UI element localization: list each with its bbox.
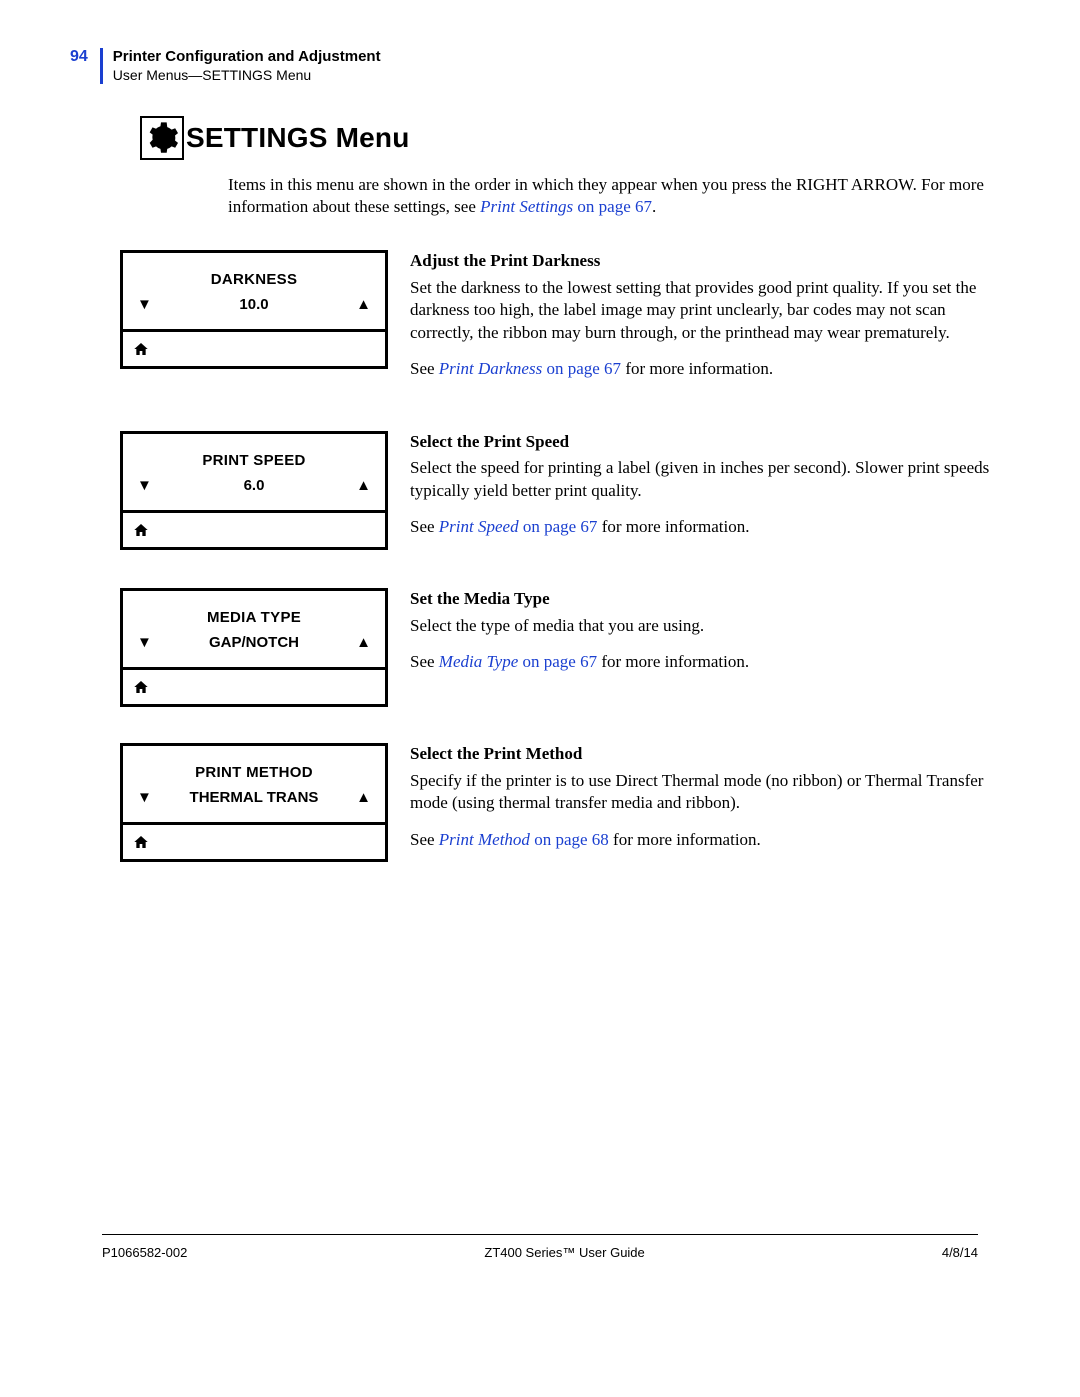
see-post: for more information. — [621, 359, 773, 378]
lcd-label: PRINT SPEED — [123, 434, 385, 473]
desc-title: Select the Print Speed — [410, 431, 990, 453]
down-arrow-icon: ▼ — [137, 789, 152, 806]
setting-row: MEDIA TYPE ▼ GAP/NOTCH ▲ Set the Media T… — [70, 588, 990, 707]
setting-description: Select the Print Speed Select the speed … — [410, 431, 990, 553]
see-pre: See — [410, 652, 439, 671]
section-intro: Items in this menu are shown in the orde… — [228, 174, 990, 218]
header-divider — [100, 48, 103, 84]
see-pre: See — [410, 359, 439, 378]
setting-row: DARKNESS ▼ 10.0 ▲ Adjust the Print Darkn… — [70, 250, 990, 394]
section-title: SETTINGS Menu — [186, 122, 410, 154]
home-icon — [133, 341, 149, 357]
down-arrow-icon: ▼ — [137, 296, 152, 313]
see-post: for more information. — [597, 517, 749, 536]
see-link-page[interactable]: on page 67 — [519, 517, 598, 536]
lcd-panel-printspeed: PRINT SPEED ▼ 6.0 ▲ — [120, 431, 388, 550]
lcd-value: 6.0 — [152, 477, 356, 494]
lcd-label: DARKNESS — [123, 253, 385, 292]
lcd-value: THERMAL TRANS — [152, 789, 356, 806]
see-pre: See — [410, 517, 439, 536]
see-link-page[interactable]: on page 67 — [518, 652, 597, 671]
footer-right: 4/8/14 — [942, 1245, 978, 1260]
desc-body: Specify if the printer is to use Direct … — [410, 770, 990, 815]
setting-description: Select the Print Method Specify if the p… — [410, 743, 990, 865]
home-icon — [133, 679, 149, 695]
page-footer: P1066582-002 ZT400 Series™ User Guide 4/… — [102, 1234, 978, 1260]
header-title: Printer Configuration and Adjustment — [113, 48, 381, 67]
lcd-panel-mediatype: MEDIA TYPE ▼ GAP/NOTCH ▲ — [120, 588, 388, 707]
lcd-value: 10.0 — [152, 296, 356, 313]
footer-rule — [102, 1234, 978, 1235]
see-link[interactable]: Print Darkness — [439, 359, 542, 378]
lcd-panel-printmethod: PRINT METHOD ▼ THERMAL TRANS ▲ — [120, 743, 388, 862]
intro-link[interactable]: Print Settings — [480, 197, 573, 216]
header-subtitle: User Menus—SETTINGS Menu — [113, 67, 381, 85]
down-arrow-icon: ▼ — [137, 477, 152, 494]
desc-body: Select the speed for printing a label (g… — [410, 457, 990, 502]
page-header: 94 Printer Configuration and Adjustment … — [70, 48, 990, 84]
up-arrow-icon: ▲ — [356, 477, 371, 494]
page-number: 94 — [70, 48, 88, 66]
up-arrow-icon: ▲ — [356, 634, 371, 651]
intro-post: . — [652, 197, 656, 216]
up-arrow-icon: ▲ — [356, 789, 371, 806]
gear-icon — [140, 116, 184, 160]
desc-body: Select the type of media that you are us… — [410, 615, 749, 637]
see-post: for more information. — [609, 830, 761, 849]
down-arrow-icon: ▼ — [137, 634, 152, 651]
setting-row: PRINT METHOD ▼ THERMAL TRANS ▲ Select th… — [70, 743, 990, 865]
setting-description: Set the Media Type Select the type of me… — [410, 588, 749, 687]
lcd-panel-darkness: DARKNESS ▼ 10.0 ▲ — [120, 250, 388, 369]
see-post: for more information. — [597, 652, 749, 671]
see-link-page[interactable]: on page 67 — [542, 359, 621, 378]
see-pre: See — [410, 830, 439, 849]
see-link-page[interactable]: on page 68 — [530, 830, 609, 849]
header-text: Printer Configuration and Adjustment Use… — [113, 48, 381, 84]
lcd-label: PRINT METHOD — [123, 746, 385, 785]
see-link[interactable]: Media Type — [439, 652, 518, 671]
desc-title: Adjust the Print Darkness — [410, 250, 990, 272]
lcd-value: GAP/NOTCH — [152, 634, 356, 651]
intro-link-page[interactable]: on page 67 — [573, 197, 652, 216]
lcd-label: MEDIA TYPE — [123, 591, 385, 630]
home-icon — [133, 522, 149, 538]
footer-center: ZT400 Series™ User Guide — [484, 1245, 644, 1260]
see-link[interactable]: Print Speed — [439, 517, 519, 536]
setting-description: Adjust the Print Darkness Set the darkne… — [410, 250, 990, 394]
up-arrow-icon: ▲ — [356, 296, 371, 313]
see-link[interactable]: Print Method — [439, 830, 530, 849]
home-icon — [133, 834, 149, 850]
desc-title: Set the Media Type — [410, 588, 749, 610]
section-title-wrap: SETTINGS Menu — [140, 116, 990, 160]
desc-body: Set the darkness to the lowest setting t… — [410, 277, 990, 344]
setting-row: PRINT SPEED ▼ 6.0 ▲ Select the Print Spe… — [70, 431, 990, 553]
desc-title: Select the Print Method — [410, 743, 990, 765]
footer-left: P1066582-002 — [102, 1245, 187, 1260]
